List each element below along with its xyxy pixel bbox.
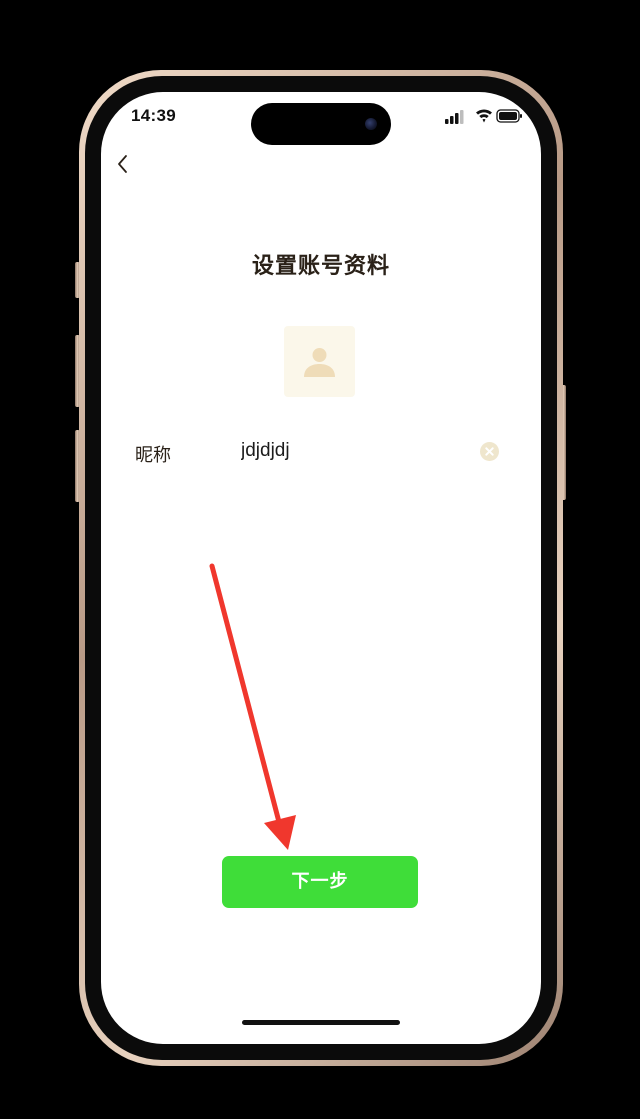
chevron-left-icon	[118, 155, 127, 173]
screenshot-stage: 14:39 设置账号资料 昵称 jdjdjdj 下一步	[0, 0, 640, 1119]
avatar[interactable]	[284, 326, 355, 397]
nickname-input[interactable]	[241, 440, 461, 462]
clear-button[interactable]	[480, 442, 499, 461]
back-button[interactable]	[111, 150, 135, 178]
battery-icon	[496, 109, 522, 123]
clear-circle-icon	[485, 447, 494, 456]
home-indicator[interactable]	[242, 1020, 400, 1025]
page-title: 设置账号资料	[251, 254, 390, 279]
dynamic-island	[251, 103, 391, 145]
nickname-label: 昵称	[135, 445, 171, 466]
status-icons	[445, 109, 522, 124]
cellular-signal-icon	[445, 110, 464, 124]
phone-screen: 14:39 设置账号资料 昵称 jdjdjdj 下一步	[101, 92, 541, 1044]
person-silhouette-icon	[304, 348, 335, 377]
front-camera-icon	[365, 118, 377, 130]
next-step-button[interactable]: 下一步	[222, 856, 418, 908]
wifi-icon	[476, 109, 492, 123]
status-time: 14:39	[131, 106, 176, 125]
